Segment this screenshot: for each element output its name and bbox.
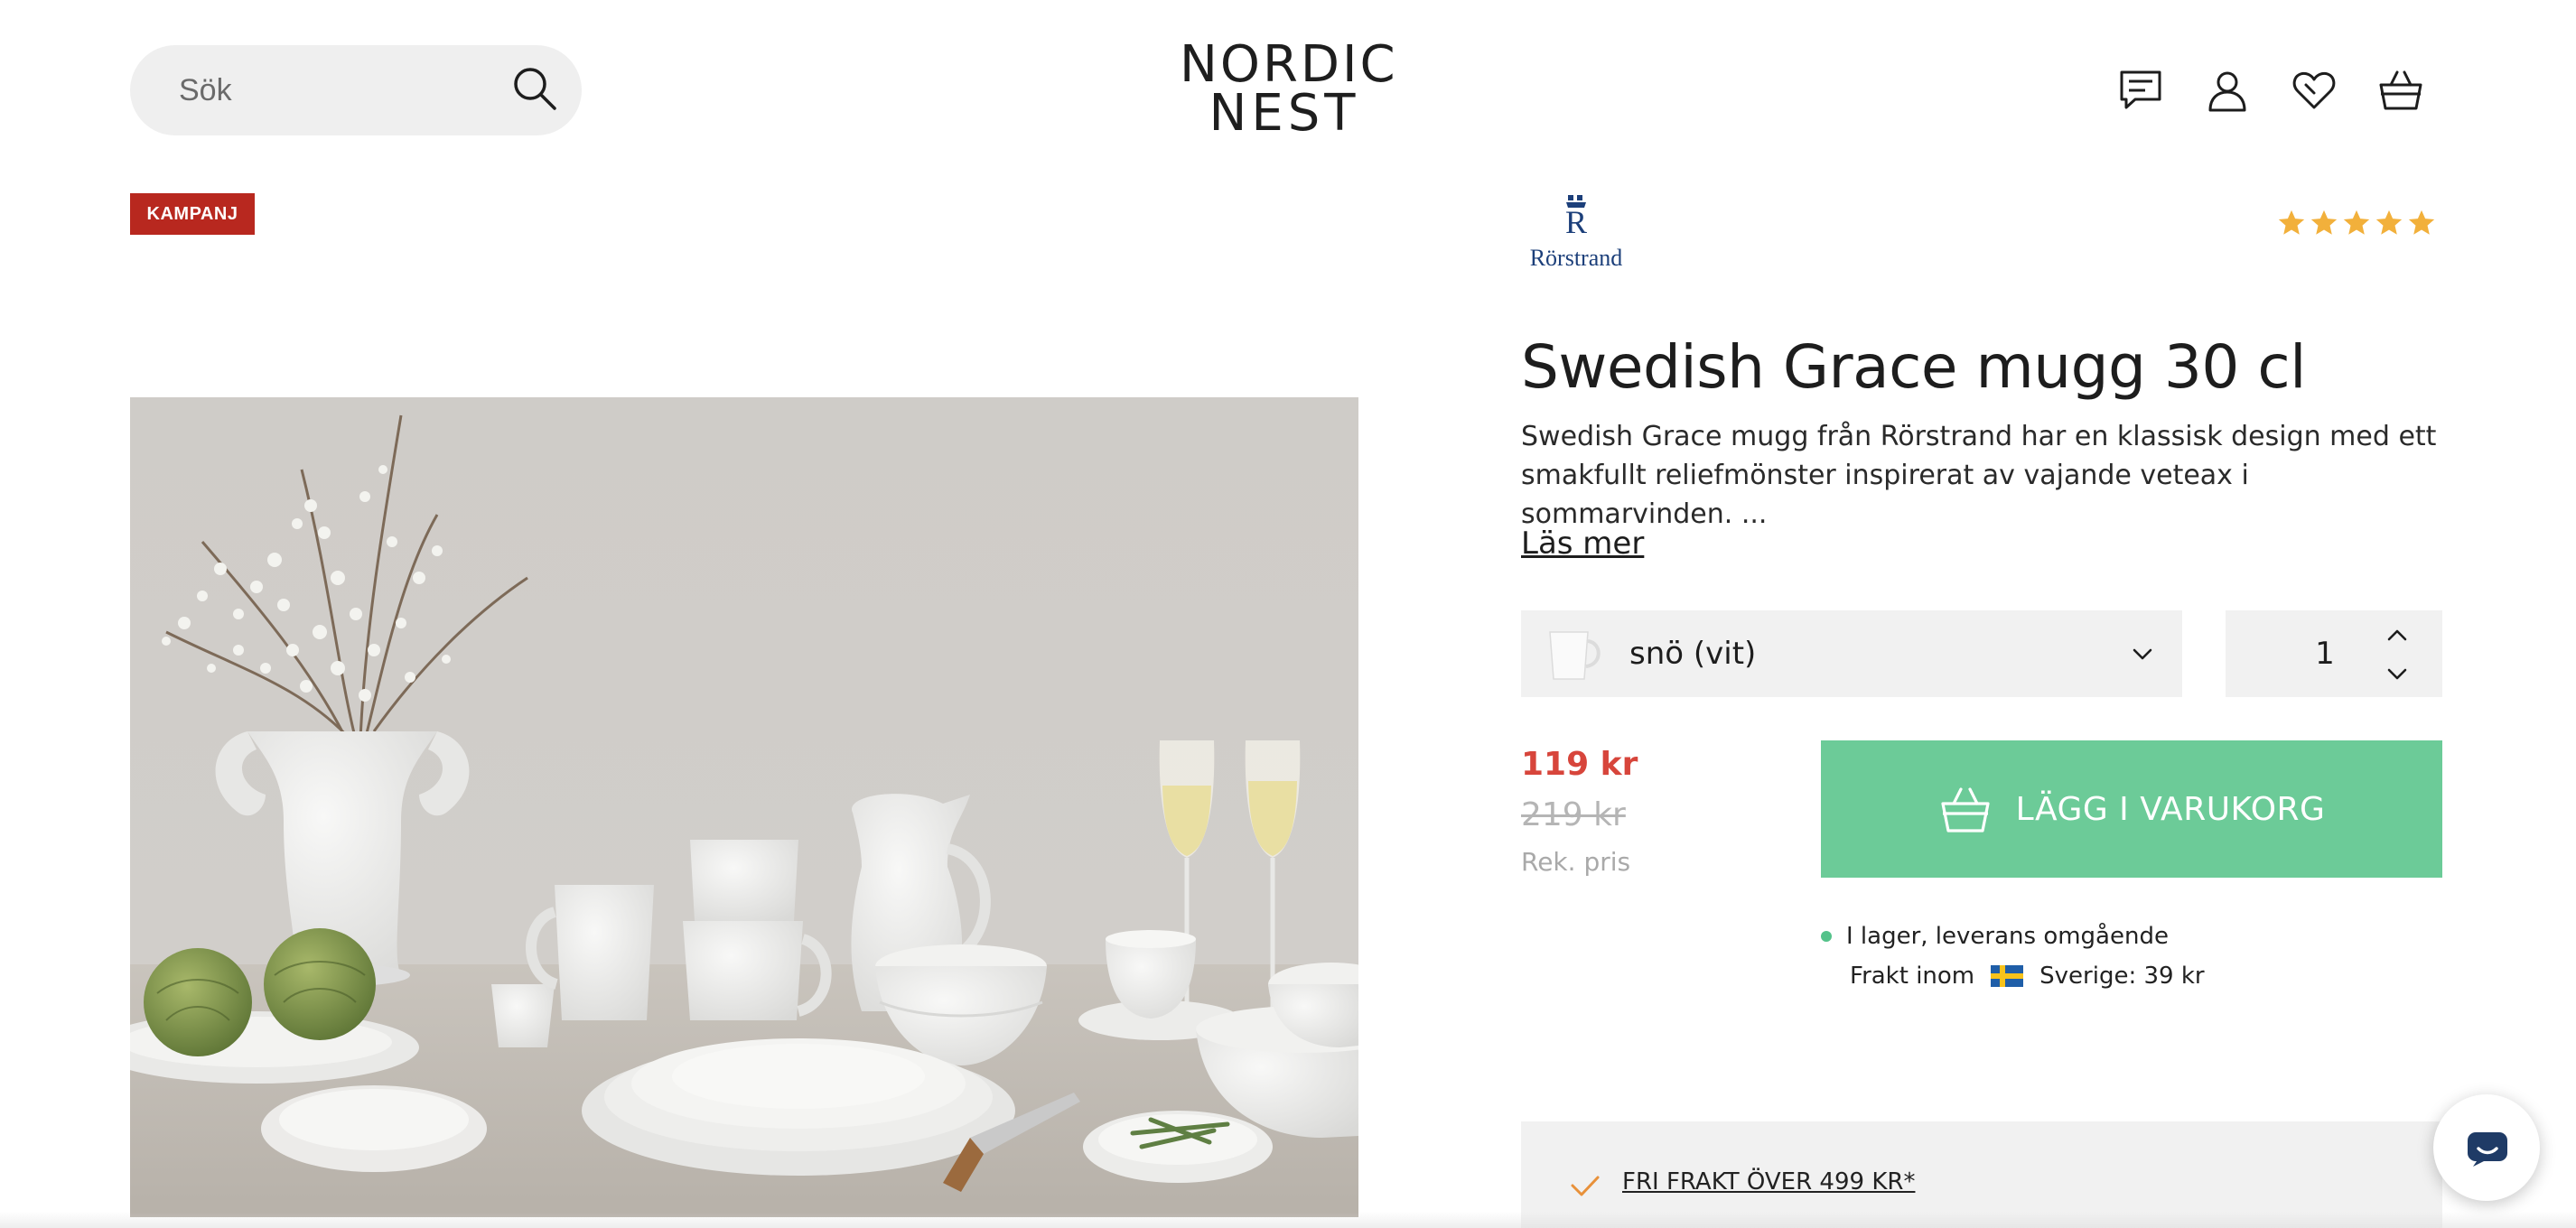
quantity-stepper[interactable]: 1 [2226,610,2442,697]
quantity-value[interactable]: 1 [2298,610,2352,697]
star-icon [2278,209,2305,235]
chevron-down-icon[interactable] [2385,661,2410,686]
variant-label: snö (vit) [1629,636,1757,672]
rating-stars[interactable] [2276,208,2437,238]
recommended-price-label: Rek. pris [1521,847,1631,877]
description-line-2: smakfullt reliefmönster inspirerat av va… [1521,460,2249,530]
chevron-down-icon [2133,648,2152,660]
shipping-prefix: Frakt inom [1850,963,1975,990]
basket-icon [1940,787,1990,833]
sweden-flag-icon [1991,965,2024,987]
product-photo[interactable] [130,397,1358,1217]
brand-name: Rörstrand [1530,245,1623,269]
free-shipping-link[interactable]: FRI FRAKT ÖVER 499 KR* [1622,1168,1915,1195]
product-description: Swedish Grace mugg från Rörstrand har en… [1521,417,2442,534]
description-line-1: Swedish Grace mugg från Rörstrand har en… [1521,421,2437,452]
logo-line-1: NORDIC [1180,35,1398,94]
search-icon[interactable] [511,65,558,112]
in-stock-dot-icon [1821,931,1832,942]
shipping-info: Frakt inom Sverige: 39 kr [1850,963,2205,990]
basket-icon[interactable] [2377,67,2424,114]
brand-logo-rorstrand[interactable]: R Rörstrand [1521,191,1631,269]
bottom-scroll-shadow [0,1212,2576,1228]
chat-icon[interactable] [2117,67,2164,114]
stock-status: I lager, leverans omgående [1821,923,2169,950]
logo-line-2: NEST [1209,84,1360,143]
product-photo-illustration [130,397,1358,1217]
site-logo[interactable]: NORDIC NEST [1180,35,1398,143]
original-price: 219 kr [1521,796,1626,833]
add-to-cart-button[interactable]: LÄGG I VARUKORG [1821,740,2442,878]
checkmark-icon [1571,1176,1600,1196]
variant-select[interactable]: snö (vit) [1521,610,2182,697]
read-more-link[interactable]: Läs mer [1521,526,1644,562]
star-icon [2343,209,2370,235]
stock-text: I lager, leverans omgående [1846,923,2169,950]
chat-widget-button[interactable] [2433,1094,2540,1201]
star-icon [2375,209,2403,235]
star-icon [2310,209,2338,235]
search-input[interactable] [179,45,504,135]
campaign-badge: KAMPANJ [130,193,255,235]
wishlist-heart-icon[interactable] [2291,67,2338,114]
chevron-up-icon[interactable] [2385,623,2410,648]
account-icon[interactable] [2204,67,2251,114]
add-to-cart-label: LÄGG I VARUKORG [2015,790,2326,828]
svg-text:R: R [1565,204,1587,240]
sale-price: 119 kr [1521,746,1638,783]
product-title: Swedish Grace mugg 30 cl [1521,332,2306,402]
shipping-suffix: Sverige: 39 kr [2039,963,2205,990]
mug-thumbnail-icon [1549,631,1601,680]
star-icon [2408,209,2435,235]
chat-bubble-icon [2468,1132,2507,1167]
